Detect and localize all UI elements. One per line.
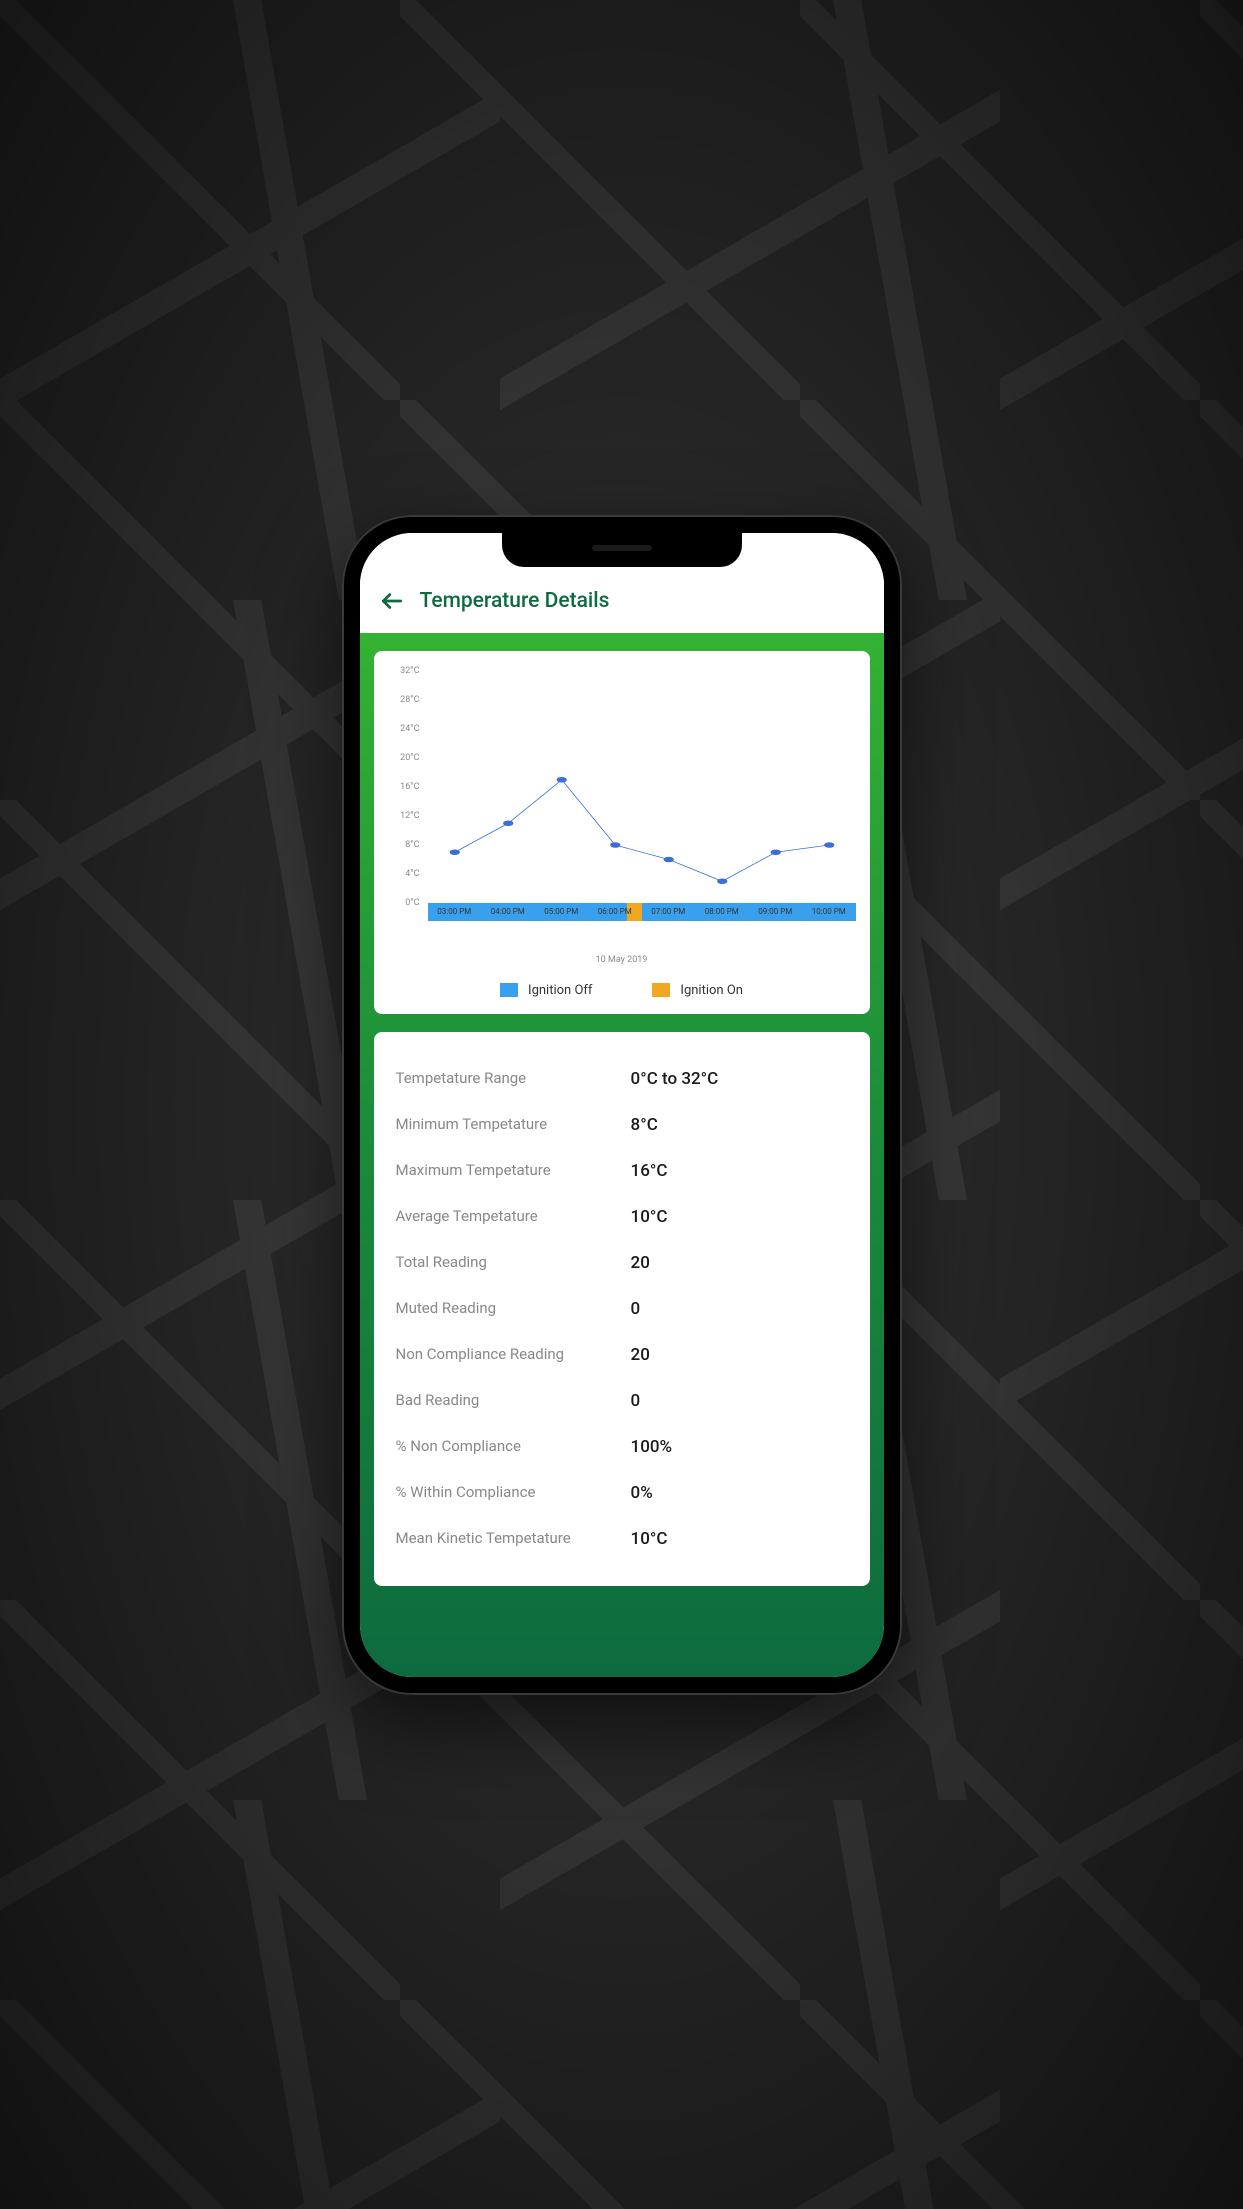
legend-swatch-off: [500, 983, 518, 997]
stat-value: 16°C: [631, 1161, 848, 1181]
app-screen: Temperature Details 32°C 28°C 24°C 20°C 16°C…: [360, 533, 884, 1677]
arrow-left-icon: [379, 588, 405, 614]
stat-value: 20: [631, 1345, 848, 1365]
stat-row: Muted Reading0: [396, 1286, 848, 1332]
back-button[interactable]: [378, 587, 406, 615]
chart-plot-area: 03:00 PM04:00 PM05:00 PM06:00 PM07:00 PM…: [428, 671, 856, 921]
stat-row: Maximum Tempetature16°C: [396, 1148, 848, 1194]
chart-x-tick: 04:00 PM: [481, 903, 535, 921]
temperature-chart[interactable]: 32°C28°C24°C20°C16°C12°C8°C4°C0°C 03:00 …: [388, 671, 856, 951]
stat-row: Average Tempetature10°C: [396, 1194, 848, 1240]
stat-label: Tempetature Range: [396, 1069, 631, 1089]
chart-line-svg: [428, 671, 856, 903]
stat-value: 20: [631, 1253, 848, 1273]
stat-row: % Within Compliance0%: [396, 1470, 848, 1516]
content-area: 32°C 28°C 24°C 20°C 16°C 12°C 8°C 4°C 0°C 03:00 …: [360, 633, 884, 1677]
stat-label: % Within Compliance: [396, 1483, 631, 1503]
stat-value: 10°C: [631, 1529, 848, 1549]
chart-x-tick: 07:00 PM: [642, 903, 696, 921]
stat-row: Minimum Tempetature8°C: [396, 1102, 848, 1148]
chart-y-tick: 16°C: [400, 782, 419, 792]
stat-label: % Non Compliance: [396, 1437, 631, 1457]
chart-y-tick: 20°C: [400, 753, 419, 763]
stat-value: 0: [631, 1391, 848, 1411]
legend-ignition-off: Ignition Off: [500, 983, 592, 998]
stat-row: Mean Kinetic Tempetature10°C: [396, 1516, 848, 1562]
chart-card: 32°C 28°C 24°C 20°C 16°C 12°C 8°C 4°C 0°C 03:00 …: [374, 651, 870, 1014]
chart-y-tick: 8°C: [405, 840, 419, 850]
stat-value: 100%: [631, 1437, 848, 1457]
stat-value: 0: [631, 1299, 848, 1319]
chart-y-axis: 32°C28°C24°C20°C16°C12°C8°C4°C0°C: [388, 671, 428, 921]
stat-value: 0°C to 32°C: [631, 1069, 848, 1089]
stat-label: Non Compliance Reading: [396, 1345, 631, 1365]
stat-label: Mean Kinetic Tempetature: [396, 1529, 631, 1549]
stat-label: Maximum Tempetature: [396, 1161, 631, 1181]
stat-row: Bad Reading0: [396, 1378, 848, 1424]
phone-frame: Temperature Details 32°C 28°C 24°C 20°C 16°C…: [342, 515, 902, 1695]
chart-y-tick: 24°C: [400, 724, 419, 734]
phone-notch: [502, 533, 742, 567]
stat-label: Total Reading: [396, 1253, 631, 1273]
legend-label-on: Ignition On: [680, 983, 743, 998]
chart-x-axis: 03:00 PM04:00 PM05:00 PM06:00 PM07:00 PM…: [428, 903, 856, 921]
chart-y-tick: 32°C: [400, 666, 419, 676]
stat-row: Total Reading20: [396, 1240, 848, 1286]
stat-value: 8°C: [631, 1115, 848, 1135]
chart-x-tick: 06:00 PM: [588, 903, 642, 921]
stat-label: Minimum Tempetature: [396, 1115, 631, 1135]
stats-card: Tempetature Range0°C to 32°CMinimum Temp…: [374, 1032, 870, 1586]
legend-ignition-on: Ignition On: [652, 983, 743, 998]
chart-date-label: 10 May 2019: [388, 955, 856, 965]
stat-label: Bad Reading: [396, 1391, 631, 1411]
stat-row: % Non Compliance100%: [396, 1424, 848, 1470]
chart-legend: Ignition Off Ignition On: [388, 983, 856, 998]
chart-x-tick: 10:00 PM: [802, 903, 856, 921]
chart-y-tick: 4°C: [405, 869, 419, 879]
chart-y-tick: 12°C: [400, 811, 419, 821]
chart-x-tick: 09:00 PM: [749, 903, 803, 921]
stat-value: 0%: [631, 1483, 848, 1503]
chart-x-tick: 08:00 PM: [695, 903, 749, 921]
phone-screen: Temperature Details 32°C 28°C 24°C 20°C 16°C…: [360, 533, 884, 1677]
stat-row: Non Compliance Reading20: [396, 1332, 848, 1378]
chart-y-tick: 28°C: [400, 695, 419, 705]
page-title: Temperature Details: [420, 589, 610, 613]
legend-swatch-on: [652, 983, 670, 997]
stat-label: Muted Reading: [396, 1299, 631, 1319]
legend-label-off: Ignition Off: [528, 983, 592, 998]
stat-value: 10°C: [631, 1207, 848, 1227]
chart-y-tick: 0°C: [405, 898, 419, 908]
chart-x-tick: 03:00 PM: [428, 903, 482, 921]
stat-label: Average Tempetature: [396, 1207, 631, 1227]
stat-row: Tempetature Range0°C to 32°C: [396, 1056, 848, 1102]
chart-x-tick: 05:00 PM: [535, 903, 589, 921]
